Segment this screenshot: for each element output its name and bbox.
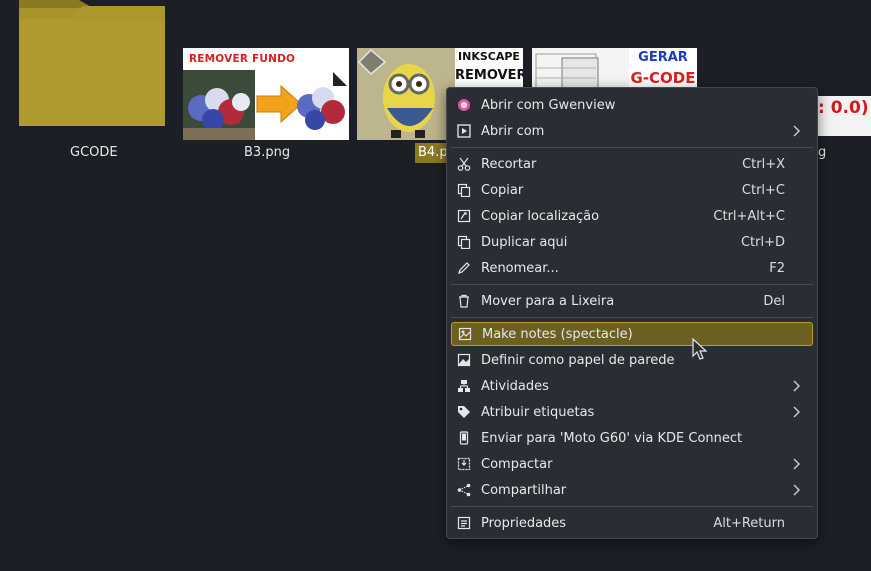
menu-separator [451,506,813,507]
file-label-b3: B3.png [244,145,291,160]
menu-item-set-wallpaper[interactable]: Definir como papel de parede [451,348,813,372]
menu-item-label: Mover para a Lixeira [481,293,615,309]
thumbnail-b3-banner: REMOVER FUNDO INKSCAPE [183,48,349,87]
mouse-cursor-icon [692,338,708,360]
phone-icon [457,431,471,445]
thumbnail-gcode-banner: GERAR G-CODE [629,48,697,92]
chevron-right-icon [789,405,803,419]
menu-item-label: Atividades [481,378,549,394]
copy-location-icon [457,209,471,223]
menu-item-make-notes[interactable]: Make notes (spectacle) [451,322,813,346]
thumbnail-partial: : 0.0) [812,96,871,136]
menu-item-label: Atribuir etiquetas [481,404,595,420]
context-menu: Abrir com Gwenview Abrir com Recortar Ct… [446,87,818,539]
menu-item-share[interactable]: Compartilhar [451,478,813,502]
menu-item-open-with[interactable]: Abrir com [451,119,813,143]
menu-item-label: Compactar [481,456,553,472]
copy-icon [457,183,471,197]
thumbnail-b4-art [357,48,457,140]
menu-item-label: Enviar para 'Moto G60' via KDE Connect [481,430,743,446]
thumbnail-b4-banner-top: INKSCAPE [458,50,520,63]
share-icon [457,483,471,497]
file-label-gcode: GCODE [70,145,118,160]
menu-item-compress[interactable]: Compactar [451,452,813,476]
menu-item-label: Abrir com Gwenview [481,97,616,113]
menu-item-cut[interactable]: Recortar Ctrl+X [451,152,813,176]
menu-item-label: Abrir com [481,123,545,139]
properties-icon [457,516,471,530]
menu-item-label: Make notes (spectacle) [482,326,633,342]
menu-item-copy[interactable]: Copiar Ctrl+C [451,178,813,202]
menu-item-shortcut: Ctrl+D [740,234,785,250]
trash-icon [457,294,471,308]
menu-item-label: Definir como papel de parede [481,352,675,368]
spectacle-icon [458,327,472,341]
menu-item-assign-tags[interactable]: Atribuir etiquetas [451,400,813,424]
menu-item-duplicate[interactable]: Duplicar aqui Ctrl+D [451,230,813,254]
thumbnail-b4-banner: INKSCAPE REMOVER [455,48,523,92]
menu-item-shortcut: Alt+Return [713,515,785,531]
open-with-icon [457,124,471,138]
compress-icon [457,457,471,471]
menu-item-label: Renomear... [481,260,559,276]
menu-item-shortcut: F2 [769,260,785,276]
menu-item-label: Propriedades [481,515,567,531]
menu-item-move-to-trash[interactable]: Mover para a Lixeira Del [451,289,813,313]
thumbnail-b3-art [183,70,347,140]
menu-item-shortcut: Del [763,293,785,309]
thumbnail-b4-banner-bottom: REMOVER [455,68,523,83]
chevron-right-icon [789,379,803,393]
menu-item-label: Recortar [481,156,537,172]
menu-item-label: Copiar localização [481,208,600,224]
menu-separator [451,147,813,148]
thumbnail-b3: REMOVER FUNDO INKSCAPE [183,48,349,140]
activities-icon [457,379,471,393]
menu-item-label: Duplicar aqui [481,234,568,250]
menu-item-shortcut: Ctrl+X [742,156,785,172]
menu-item-open-gwenview[interactable]: Abrir com Gwenview [451,93,813,117]
menu-item-properties[interactable]: Propriedades Alt+Return [451,511,813,535]
thumbnail-partial-text: : 0.0) [818,98,869,118]
menu-item-activities[interactable]: Atividades [451,374,813,398]
menu-item-label: Copiar [481,182,524,198]
file-label-partial: g [818,145,827,160]
chevron-right-icon [789,457,803,471]
duplicate-icon [457,235,471,249]
chevron-right-icon [789,124,803,138]
tag-icon [457,405,471,419]
menu-item-shortcut: Ctrl+Alt+C [713,208,785,224]
menu-separator [451,317,813,318]
cut-icon [457,157,471,171]
rename-icon [457,261,471,275]
chevron-right-icon [789,483,803,497]
wallpaper-icon [457,353,471,367]
folder-icon [19,0,165,126]
thumbnail-gcode-banner-top: GERAR [638,50,688,65]
menu-item-copy-location[interactable]: Copiar localização Ctrl+Alt+C [451,204,813,228]
menu-item-label: Compartilhar [481,482,567,498]
menu-item-shortcut: Ctrl+C [741,182,785,198]
gwenview-icon [457,98,471,112]
thumbnail-gcode-banner-bottom: G-CODE [630,69,696,87]
menu-separator [451,284,813,285]
menu-item-rename[interactable]: Renomear... F2 [451,256,813,280]
menu-item-send-kde-connect[interactable]: Enviar para 'Moto G60' via KDE Connect [451,426,813,450]
